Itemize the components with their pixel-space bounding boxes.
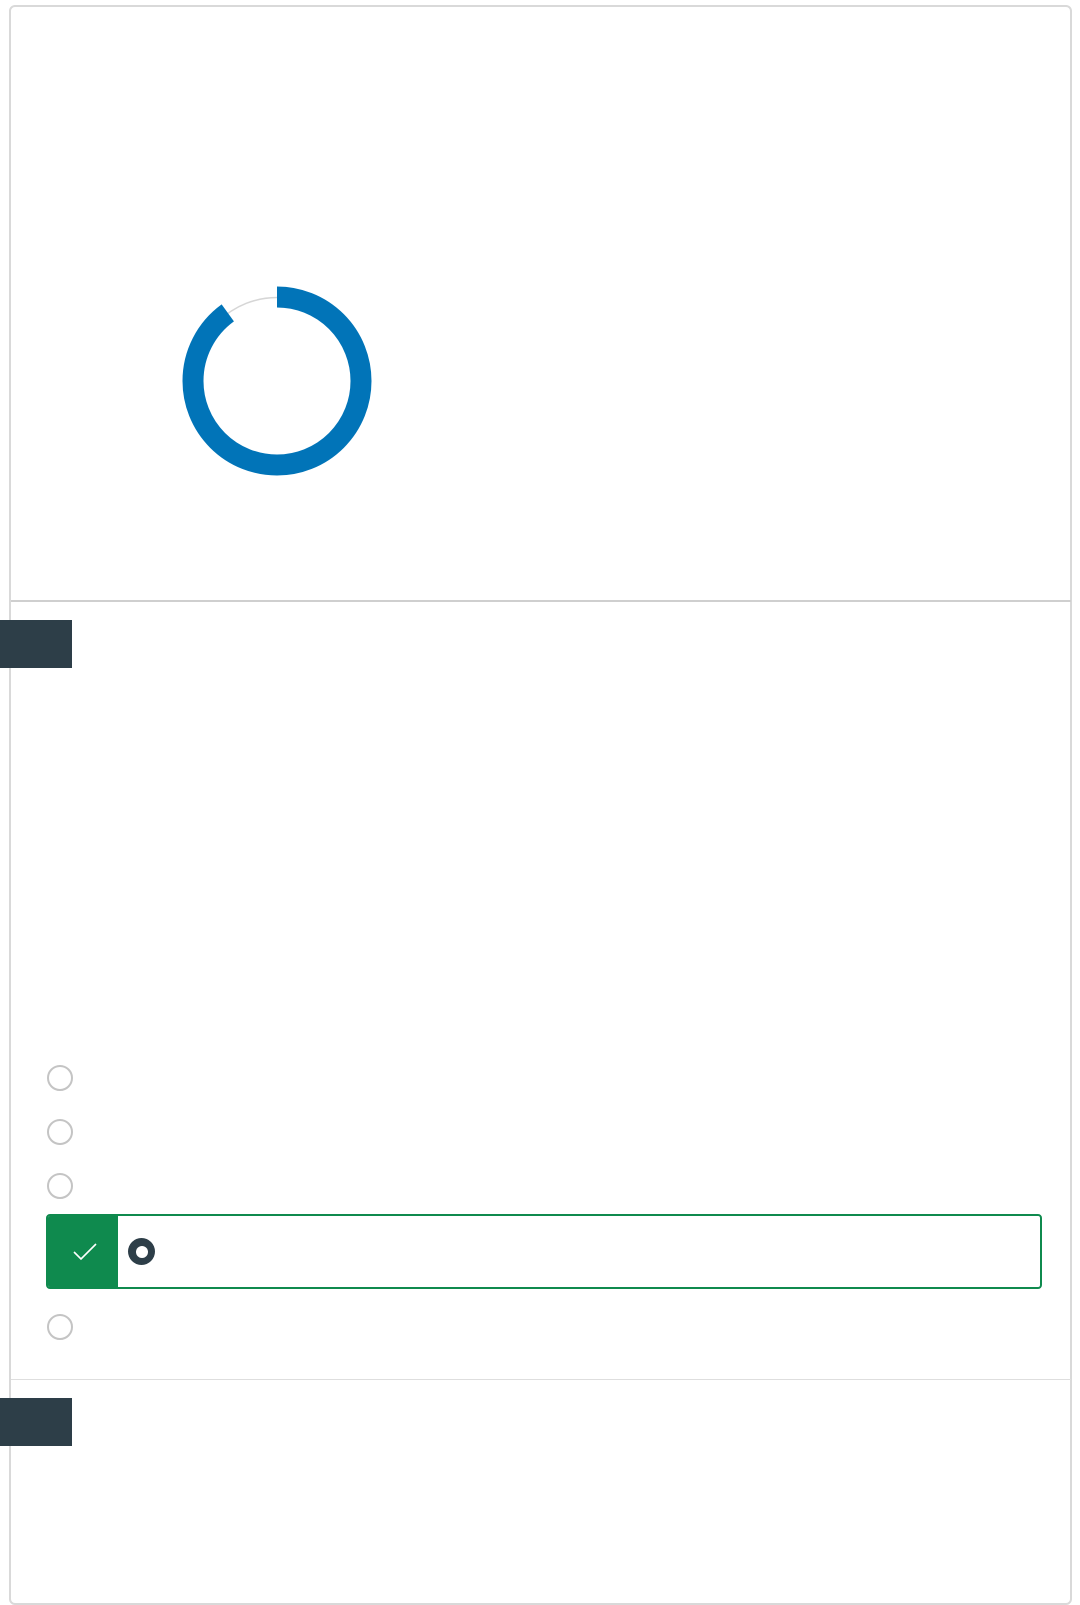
question-number-badge [0,1398,72,1446]
checkmark-icon [73,1243,97,1261]
selected-radio[interactable] [128,1238,155,1265]
answer-option-radio-2[interactable] [47,1119,73,1145]
quiz-results-card [9,5,1072,1605]
progress-fill [182,286,372,476]
section-divider [11,1379,1071,1380]
answer-option-radio-1[interactable] [47,1065,73,1091]
section-divider [11,600,1071,602]
question-number-badge [0,620,72,668]
score-progress-ring [182,286,372,476]
answer-option-radio-5[interactable] [47,1314,73,1340]
answer-option-radio-3[interactable] [47,1173,73,1199]
correct-answer-marker [48,1216,118,1287]
correct-answer-option[interactable] [46,1214,1042,1289]
